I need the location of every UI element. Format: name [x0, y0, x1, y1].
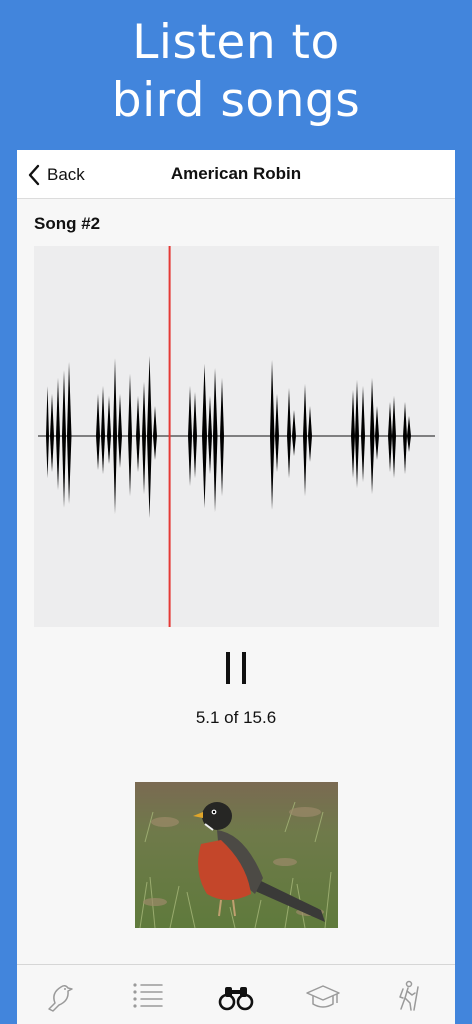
- playhead[interactable]: [168, 246, 171, 627]
- pause-icon-bar-left: [226, 652, 230, 684]
- app-screen: Back American Robin Song #2 5.1 of 15.6: [17, 150, 455, 1024]
- hiker-icon: [399, 980, 419, 1011]
- tab-birds[interactable]: [41, 979, 81, 1013]
- pause-icon-bar-right: [242, 652, 246, 684]
- time-readout: 5.1 of 15.6: [195, 708, 277, 727]
- tab-list[interactable]: [128, 979, 168, 1013]
- list-icon: [133, 983, 163, 1008]
- tab-explore[interactable]: [391, 979, 431, 1013]
- promo-headline: Listen to bird songs: [0, 14, 472, 130]
- tab-learn[interactable]: [303, 979, 343, 1013]
- promo-headline-line2: bird songs: [111, 73, 361, 128]
- promo-headline-line1: Listen to: [132, 15, 340, 70]
- pause-button[interactable]: [223, 650, 249, 686]
- tab-bar: [17, 964, 455, 1024]
- navigation-bar: Back American Robin: [17, 150, 455, 199]
- song-label: Song #2: [34, 214, 101, 233]
- bird-icon: [48, 984, 73, 1012]
- binoculars-icon: [218, 987, 254, 1011]
- tab-identify[interactable]: [216, 979, 256, 1013]
- bird-photo: [135, 782, 338, 928]
- graduation-cap-icon: [306, 985, 340, 1008]
- waveform: [46, 356, 411, 518]
- waveform-view[interactable]: [34, 246, 439, 627]
- page-title: American Robin: [170, 164, 302, 183]
